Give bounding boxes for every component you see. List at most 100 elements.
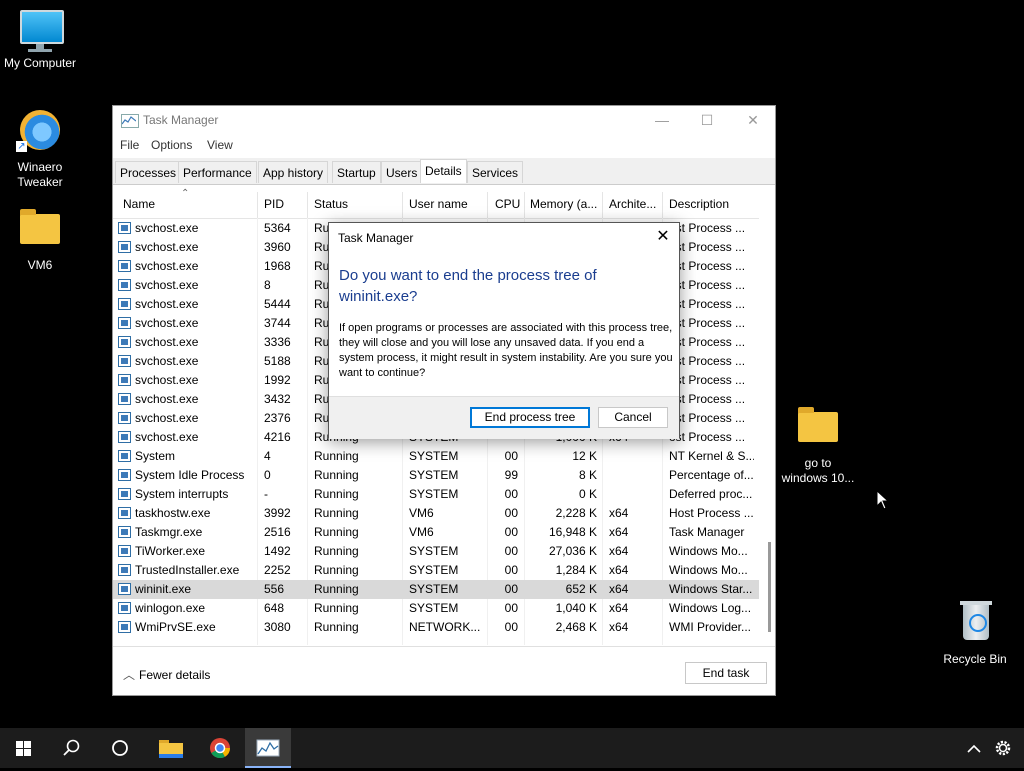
end-task-button[interactable]: End task	[685, 662, 767, 684]
desktop-icon-go-to-windows[interactable]: go to windows 10...	[778, 404, 858, 486]
desktop-icon-vm6[interactable]: VM6	[0, 206, 80, 273]
process-icon	[118, 469, 131, 481]
process-architecture: x64	[609, 563, 629, 577]
process-user: SYSTEM	[409, 563, 459, 577]
search-button[interactable]	[48, 728, 94, 768]
process-cpu: 00	[504, 487, 518, 501]
tab-users[interactable]: Users	[381, 161, 423, 183]
column-header-cpu[interactable]: CPU	[495, 197, 520, 211]
table-row[interactable]: WmiPrvSE.exe 3080 Running NETWORK... 00 2,468…	[113, 618, 759, 637]
show-hidden-icons-button[interactable]	[954, 728, 994, 768]
process-memory: 0 K	[578, 487, 597, 501]
menu-options[interactable]: Options	[151, 138, 192, 152]
process-name: TrustedInstaller.exe	[135, 563, 240, 577]
process-description: Percentage of...	[669, 468, 754, 482]
title-bar[interactable]: Task Manager — ☐ ✕	[113, 106, 775, 134]
process-icon	[118, 412, 131, 424]
process-memory: 652 K	[565, 582, 597, 596]
column-header-description[interactable]: Description	[669, 197, 729, 211]
process-memory: 16,948 K	[548, 525, 597, 539]
table-row[interactable]: System 4 Running SYSTEM 00 12 K NT Kernel & S.…	[113, 447, 759, 466]
table-row[interactable]: Taskmgr.exe 2516 Running VM6 00 16,948 K x64 Ta…	[113, 523, 759, 542]
process-cpu: 00	[504, 620, 518, 634]
tab-startup[interactable]: Startup	[332, 161, 381, 183]
end-process-tree-button[interactable]: End process tree	[470, 407, 590, 428]
fewer-details-button[interactable]: ︿ Fewer details	[123, 666, 210, 683]
desktop-icon-label: VM6	[27, 258, 53, 272]
process-architecture: x64	[609, 525, 629, 539]
chevron-up-icon: ︿	[123, 668, 136, 682]
dialog-close-button[interactable]: ✕	[653, 227, 673, 247]
table-row[interactable]: wininit.exe 556 Running SYSTEM 00 652 K x64 Win…	[113, 580, 759, 599]
tab-details[interactable]: Details	[420, 159, 467, 183]
tab-services[interactable]: Services	[467, 161, 524, 183]
process-status: Running	[314, 525, 359, 539]
settings-button[interactable]	[990, 728, 1024, 768]
tab-performance[interactable]: Performance	[178, 161, 257, 183]
close-button[interactable]: ✕	[730, 106, 776, 134]
process-name: TiWorker.exe	[135, 544, 206, 558]
process-memory: 8 K	[578, 468, 597, 482]
process-cpu: 00	[504, 525, 518, 539]
tab-processes[interactable]: Processes	[115, 161, 182, 183]
dialog-title-bar[interactable]: Task Manager ✕	[329, 223, 679, 253]
process-description: ost Process ...	[669, 354, 746, 368]
start-button[interactable]	[0, 728, 46, 768]
process-user: SYSTEM	[409, 468, 459, 482]
process-description: Windows Mo...	[669, 544, 748, 558]
process-status: Running	[314, 506, 359, 520]
desktop-icon-my-computer[interactable]: My Computer	[0, 8, 80, 71]
column-header-memory[interactable]: Memory (a...	[530, 197, 597, 211]
tab-app-history[interactable]: App history	[258, 161, 329, 183]
process-icon	[118, 336, 131, 348]
chevron-up-icon	[967, 744, 981, 753]
process-icon	[118, 450, 131, 462]
table-row[interactable]: System interrupts - Running SYSTEM 00 0 K Defe…	[113, 485, 759, 504]
process-description: ost Process ...	[669, 411, 746, 425]
task-manager-taskbar-button[interactable]	[245, 728, 291, 768]
process-icon	[118, 583, 131, 595]
process-cpu: 00	[504, 563, 518, 577]
cancel-button[interactable]: Cancel	[598, 407, 668, 428]
menu-file[interactable]: File	[120, 138, 139, 152]
shortcut-arrow-icon: ↗	[16, 141, 27, 152]
chrome-icon	[210, 738, 231, 759]
table-row[interactable]: System Idle Process 0 Running SYSTEM 99 8 K Pe…	[113, 466, 759, 485]
desktop-icon-winaero-tweaker[interactable]: ↗ Winaero Tweaker	[0, 108, 80, 190]
process-description: Deferred proc...	[669, 487, 753, 501]
desktop-icon-recycle-bin[interactable]: Recycle Bin	[935, 600, 1015, 667]
process-pid: 3336	[264, 335, 291, 349]
column-header-architecture[interactable]: Archite...	[609, 197, 656, 211]
process-description: Windows Mo...	[669, 563, 748, 577]
vertical-scrollbar[interactable]	[764, 192, 776, 645]
minimize-button[interactable]: —	[639, 106, 685, 134]
process-name: svchost.exe	[135, 411, 199, 425]
process-pid: 4216	[264, 430, 291, 444]
process-cpu: 00	[504, 582, 518, 596]
maximize-button[interactable]: ☐	[684, 106, 730, 134]
process-icon	[118, 298, 131, 310]
cortana-icon	[112, 740, 128, 756]
file-explorer-button[interactable]	[147, 728, 193, 768]
process-icon	[118, 241, 131, 253]
table-row[interactable]: TiWorker.exe 1492 Running SYSTEM 00 27,036 K x…	[113, 542, 759, 561]
table-row[interactable]: taskhostw.exe 3992 Running VM6 00 2,228 K x64 H…	[113, 504, 759, 523]
process-memory: 27,036 K	[548, 544, 597, 558]
start-icon	[16, 741, 31, 756]
search-icon	[63, 739, 80, 756]
chrome-button[interactable]	[196, 728, 242, 768]
column-header-name[interactable]: Name	[123, 197, 155, 211]
sort-ascending-icon: ⌃	[181, 188, 190, 199]
process-description: Task Manager	[669, 525, 745, 539]
column-header-pid[interactable]: PID	[264, 197, 284, 211]
scrollbar-thumb[interactable]	[768, 542, 771, 632]
process-icon	[118, 545, 131, 557]
column-header-status[interactable]: Status	[314, 197, 348, 211]
cortana-button[interactable]	[96, 728, 142, 768]
menu-view[interactable]: View	[207, 138, 233, 152]
process-name: svchost.exe	[135, 373, 199, 387]
column-header-user-name[interactable]: User name	[409, 197, 468, 211]
process-pid: 5444	[264, 297, 291, 311]
table-row[interactable]: TrustedInstaller.exe 2252 Running SYSTEM 00 1…	[113, 561, 759, 580]
table-row[interactable]: winlogon.exe 648 Running SYSTEM 00 1,040 K x64…	[113, 599, 759, 618]
